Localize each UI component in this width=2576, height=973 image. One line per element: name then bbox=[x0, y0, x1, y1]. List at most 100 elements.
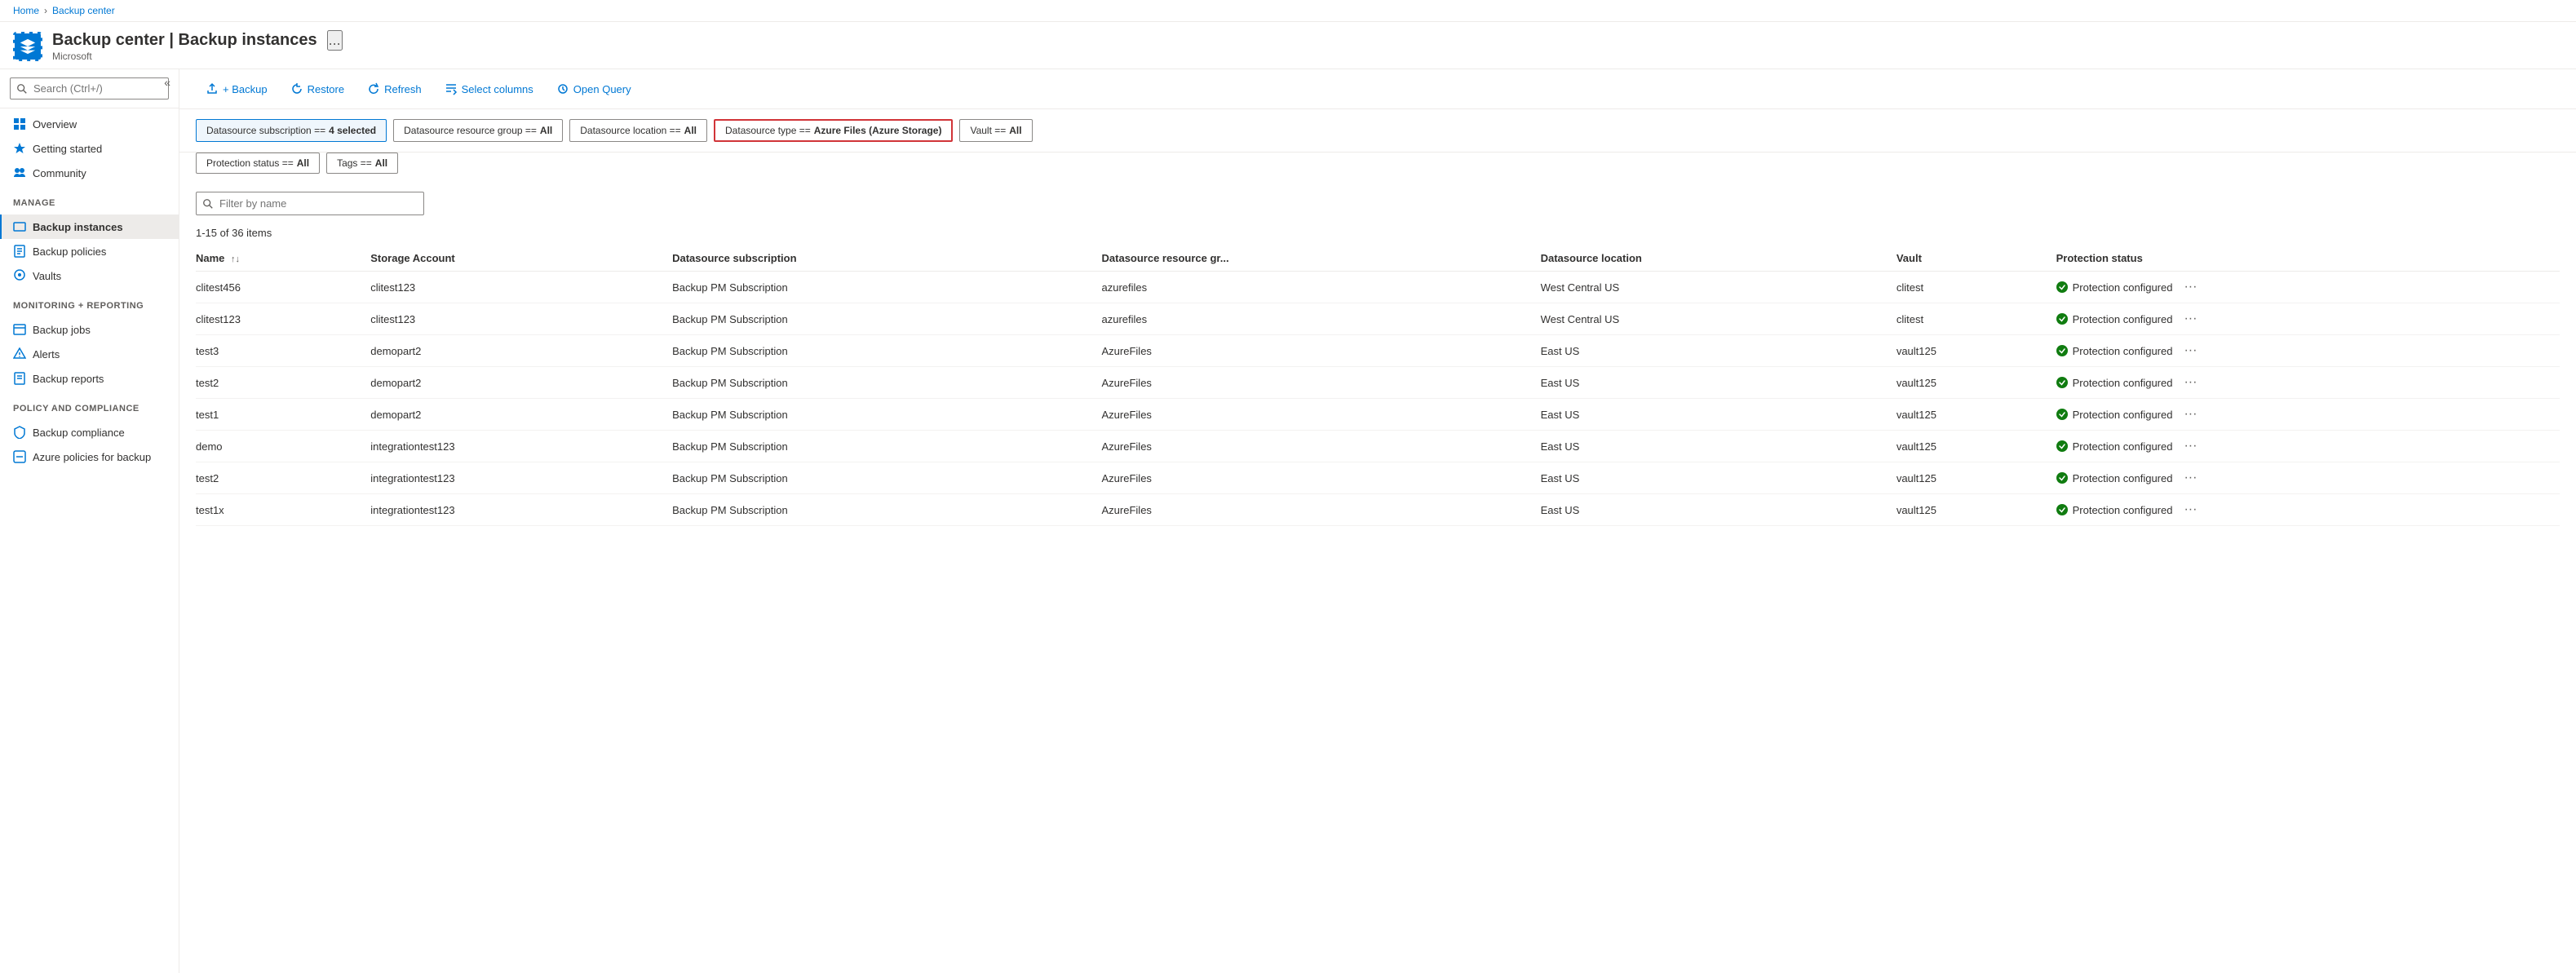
filter-vault[interactable]: Vault == All bbox=[959, 119, 1032, 142]
cell-location-2: East US bbox=[1541, 335, 1897, 367]
cell-location-5: East US bbox=[1541, 431, 1897, 462]
filter-tags[interactable]: Tags == All bbox=[326, 153, 398, 174]
status-dot-7 bbox=[2056, 504, 2068, 515]
sidebar-item-backup-reports[interactable]: Backup reports bbox=[0, 366, 179, 391]
sidebar-item-overview[interactable]: Overview bbox=[0, 112, 179, 136]
status-dot-2 bbox=[2056, 345, 2068, 356]
row-actions-7[interactable]: ··· bbox=[2177, 502, 2203, 517]
col-datasource-subscription[interactable]: Datasource subscription bbox=[672, 245, 1101, 272]
backup-instances-icon bbox=[13, 220, 26, 233]
cell-vault-0: clitest bbox=[1897, 272, 2056, 303]
status-dot-3 bbox=[2056, 377, 2068, 388]
col-protection-status[interactable]: Protection status bbox=[2056, 245, 2560, 272]
cell-storage-2: demopart2 bbox=[370, 335, 672, 367]
sidebar-search-input[interactable] bbox=[10, 77, 169, 100]
cell-storage-6: integrationtest123 bbox=[370, 462, 672, 494]
breadcrumb-current[interactable]: Backup center bbox=[52, 5, 115, 16]
sort-icon-name[interactable]: ↑↓ bbox=[231, 254, 240, 264]
sidebar-item-vaults[interactable]: Vaults bbox=[0, 263, 179, 288]
backup-policies-icon bbox=[13, 245, 26, 258]
open-query-button[interactable]: Open Query bbox=[547, 77, 641, 100]
refresh-icon bbox=[367, 82, 380, 95]
row-actions-6[interactable]: ··· bbox=[2177, 471, 2203, 485]
cell-resource-group-2: AzureFiles bbox=[1102, 335, 1541, 367]
cell-name-1: clitest123 bbox=[196, 303, 370, 335]
cell-storage-7: integrationtest123 bbox=[370, 494, 672, 526]
sidebar-item-getting-started[interactable]: Getting started bbox=[0, 136, 179, 161]
table-row: test1x integrationtest123 Backup PM Subs… bbox=[196, 494, 2560, 526]
row-actions-3[interactable]: ··· bbox=[2177, 375, 2203, 390]
filter-datasource-resource-group[interactable]: Datasource resource group == All bbox=[393, 119, 563, 142]
row-actions-4[interactable]: ··· bbox=[2177, 407, 2203, 422]
select-columns-button[interactable]: Select columns bbox=[435, 77, 543, 100]
cell-subscription-3: Backup PM Subscription bbox=[672, 367, 1101, 399]
sidebar-search-area bbox=[0, 69, 179, 108]
getting-started-icon bbox=[13, 142, 26, 155]
col-vault[interactable]: Vault bbox=[1897, 245, 2056, 272]
page-header: Backup center | Backup instances ... Mic… bbox=[0, 22, 2576, 69]
backup-compliance-icon bbox=[13, 426, 26, 439]
open-query-icon bbox=[556, 82, 569, 95]
col-storage-account[interactable]: Storage Account bbox=[370, 245, 672, 272]
cell-status-2: Protection configured ··· bbox=[2056, 335, 2560, 367]
sidebar-item-backup-policies[interactable]: Backup policies bbox=[0, 239, 179, 263]
filter-datasource-type[interactable]: Datasource type == Azure Files (Azure St… bbox=[714, 119, 953, 142]
community-icon bbox=[13, 166, 26, 179]
sidebar-item-backup-jobs[interactable]: Backup jobs bbox=[0, 317, 179, 342]
cell-status-6: Protection configured ··· bbox=[2056, 462, 2560, 494]
cell-vault-3: vault125 bbox=[1897, 367, 2056, 399]
table-row: test1 demopart2 Backup PM Subscription A… bbox=[196, 399, 2560, 431]
cell-vault-4: vault125 bbox=[1897, 399, 2056, 431]
sidebar-item-backup-instances[interactable]: Backup instances bbox=[0, 215, 179, 239]
status-text-7: Protection configured bbox=[2073, 504, 2173, 516]
backup-reports-icon bbox=[13, 372, 26, 385]
filter-datasource-location[interactable]: Datasource location == All bbox=[569, 119, 707, 142]
col-datasource-resource-group[interactable]: Datasource resource gr... bbox=[1102, 245, 1541, 272]
col-datasource-location[interactable]: Datasource location bbox=[1541, 245, 1897, 272]
header-ellipsis-button[interactable]: ... bbox=[327, 30, 343, 51]
cell-status-1: Protection configured ··· bbox=[2056, 303, 2560, 335]
status-dot-6 bbox=[2056, 472, 2068, 484]
status-dot-4 bbox=[2056, 409, 2068, 420]
status-text-3: Protection configured bbox=[2073, 377, 2173, 389]
filter-datasource-subscription[interactable]: Datasource subscription == 4 selected bbox=[196, 119, 387, 142]
cell-name-7: test1x bbox=[196, 494, 370, 526]
cell-resource-group-1: azurefiles bbox=[1102, 303, 1541, 335]
content-area: + Backup Restore Refresh Select columns … bbox=[179, 69, 2576, 973]
restore-button[interactable]: Restore bbox=[281, 77, 355, 100]
alerts-icon bbox=[13, 347, 26, 360]
status-dot-5 bbox=[2056, 440, 2068, 452]
cell-status-3: Protection configured ··· bbox=[2056, 367, 2560, 399]
sidebar-item-community[interactable]: Community bbox=[0, 161, 179, 185]
cell-subscription-0: Backup PM Subscription bbox=[672, 272, 1101, 303]
row-actions-2[interactable]: ··· bbox=[2177, 343, 2203, 358]
table-search-input[interactable] bbox=[196, 192, 424, 215]
col-name[interactable]: Name ↑↓ bbox=[196, 245, 370, 272]
sidebar-policy-section: Backup compliance Azure policies for bac… bbox=[0, 417, 179, 472]
refresh-button[interactable]: Refresh bbox=[357, 77, 432, 100]
table-container: Name ↑↓ Storage Account Datasource subsc… bbox=[179, 245, 2576, 526]
row-actions-0[interactable]: ··· bbox=[2177, 280, 2203, 294]
cell-name-0: clitest456 bbox=[196, 272, 370, 303]
cell-name-5: demo bbox=[196, 431, 370, 462]
cell-status-4: Protection configured ··· bbox=[2056, 399, 2560, 431]
filter-protection-status[interactable]: Protection status == All bbox=[196, 153, 320, 174]
cell-location-4: East US bbox=[1541, 399, 1897, 431]
breadcrumb-home[interactable]: Home bbox=[13, 5, 39, 16]
row-actions-5[interactable]: ··· bbox=[2177, 439, 2203, 453]
sidebar-item-alerts[interactable]: Alerts bbox=[0, 342, 179, 366]
cell-vault-2: vault125 bbox=[1897, 335, 2056, 367]
cell-status-7: Protection configured ··· bbox=[2056, 494, 2560, 526]
backup-button[interactable]: + Backup bbox=[196, 77, 277, 100]
cell-subscription-6: Backup PM Subscription bbox=[672, 462, 1101, 494]
backup-instances-table: Name ↑↓ Storage Account Datasource subsc… bbox=[196, 245, 2560, 526]
cell-storage-0: clitest123 bbox=[370, 272, 672, 303]
cell-resource-group-3: AzureFiles bbox=[1102, 367, 1541, 399]
sidebar-collapse-button[interactable]: « bbox=[164, 76, 170, 89]
app-icon bbox=[13, 32, 42, 61]
cell-resource-group-7: AzureFiles bbox=[1102, 494, 1541, 526]
sidebar-item-backup-compliance[interactable]: Backup compliance bbox=[0, 420, 179, 444]
row-actions-1[interactable]: ··· bbox=[2177, 312, 2203, 326]
sidebar-item-azure-policies[interactable]: Azure policies for backup bbox=[0, 444, 179, 469]
cell-vault-6: vault125 bbox=[1897, 462, 2056, 494]
